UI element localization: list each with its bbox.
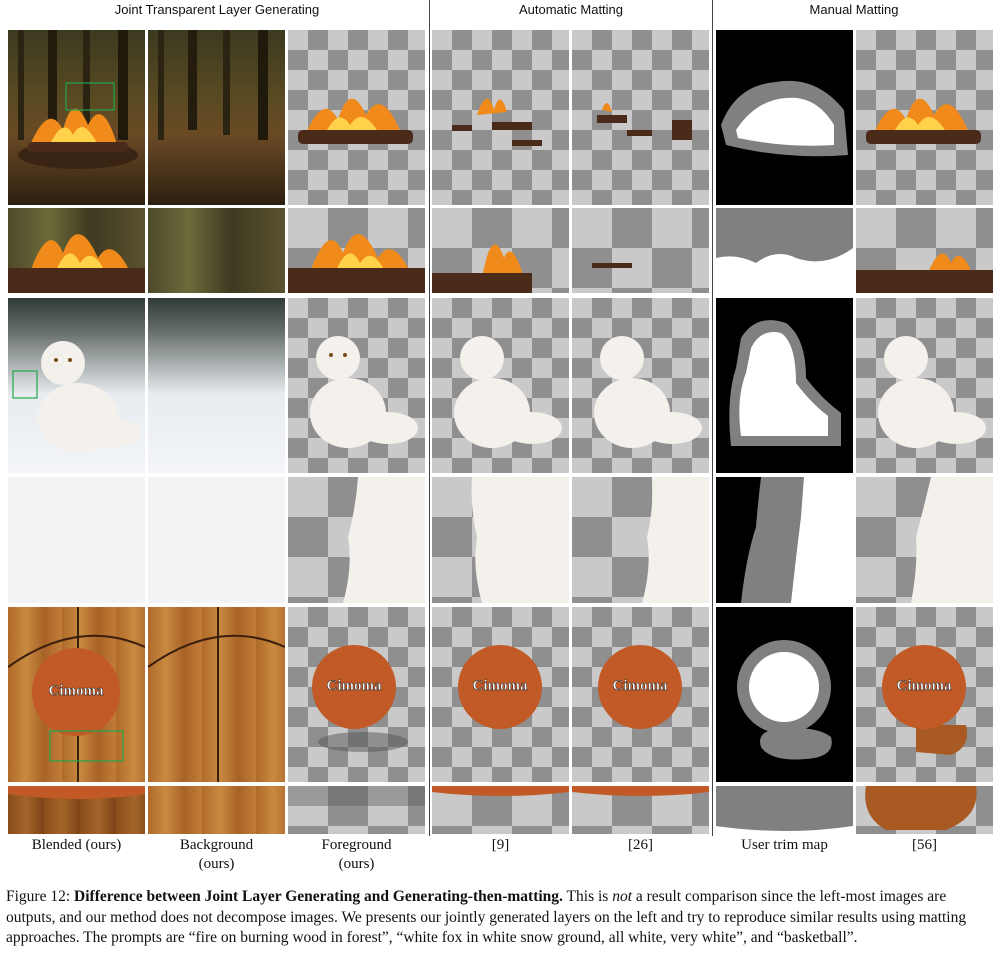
section-title-manual: Manual Matting	[809, 2, 899, 17]
figure-emphasis: not	[612, 888, 633, 905]
fire-zoom-matting-9	[432, 208, 569, 293]
figure-title: Difference between Joint Layer Generatin…	[74, 888, 563, 905]
fire-background	[148, 30, 285, 205]
basketball-brand-text: Cimoma	[49, 683, 104, 699]
fox-matting-9	[432, 298, 569, 473]
fox-blended	[8, 298, 145, 473]
column-caption-background: Background (ours)	[179, 837, 254, 872]
fire-zoom-blended	[8, 208, 145, 293]
basketball-background	[148, 607, 285, 782]
separator-joint-auto	[429, 0, 430, 836]
fox-zoom-background	[148, 477, 285, 603]
basketball-matting-9: Cimoma	[432, 607, 569, 782]
figure-caption: Figure 12: Difference between Joint Laye…	[6, 887, 990, 949]
section-title-joint: Joint Transparent Layer Generating	[114, 2, 320, 17]
fire-matting-56	[856, 30, 993, 205]
fire-zoom-matting-56	[856, 208, 993, 293]
fox-matting-56	[856, 298, 993, 473]
basketball-zoom-matting-9	[432, 786, 569, 834]
basketball-matting-56: Cimoma	[856, 607, 993, 782]
section-title-auto: Automatic Matting	[518, 2, 624, 17]
separator-auto-manual	[712, 0, 713, 836]
column-caption-ref-26: [26]	[628, 837, 653, 853]
fire-zoom-background	[148, 208, 285, 293]
fire-zoom-trimap	[716, 208, 853, 293]
basketball-brand-text: Cimoma	[897, 678, 952, 694]
basketball-brand-text: Cimoma	[613, 678, 668, 694]
fox-trimap	[716, 298, 853, 473]
column-caption-blended: Blended (ours)	[31, 837, 122, 853]
fire-blended	[8, 30, 145, 205]
basketball-trimap	[716, 607, 853, 782]
fire-zoom-foreground	[288, 208, 425, 293]
basketball-zoom-trimap	[716, 786, 853, 834]
column-caption-ref-9: [9]	[491, 837, 510, 853]
fox-background	[148, 298, 285, 473]
column-caption-trimap: User trim map	[741, 837, 828, 853]
fox-zoom-matting-9	[432, 477, 569, 603]
fox-zoom-foreground	[288, 477, 425, 603]
basketball-zoom-matting-26	[572, 786, 709, 834]
basketball-foreground: Cimoma	[288, 607, 425, 782]
fire-matting-26	[572, 30, 709, 205]
fox-zoom-matting-56	[856, 477, 993, 603]
fox-zoom-matting-26	[572, 477, 709, 603]
fire-zoom-matting-26	[572, 208, 709, 293]
basketball-brand-text: Cimoma	[327, 678, 382, 694]
column-caption-foreground: Foreground (ours)	[321, 837, 392, 872]
fox-foreground	[288, 298, 425, 473]
fire-matting-9	[432, 30, 569, 205]
basketball-zoom-background	[148, 786, 285, 834]
fire-foreground	[288, 30, 425, 205]
figure-label: Figure 12:	[6, 888, 71, 905]
basketball-zoom-blended	[8, 786, 145, 834]
basketball-blended: Cimoma	[8, 607, 145, 782]
column-caption-ref-56: [56]	[912, 837, 937, 853]
basketball-zoom-foreground	[288, 786, 425, 834]
fox-zoom-trimap	[716, 477, 853, 603]
fox-matting-26	[572, 298, 709, 473]
basketball-brand-text: Cimoma	[473, 678, 528, 694]
fire-trimap	[716, 30, 853, 205]
basketball-zoom-matting-56	[856, 786, 993, 834]
fox-zoom-blended	[8, 477, 145, 603]
figure-text-1: This is	[566, 888, 609, 905]
basketball-matting-26: Cimoma	[572, 607, 709, 782]
